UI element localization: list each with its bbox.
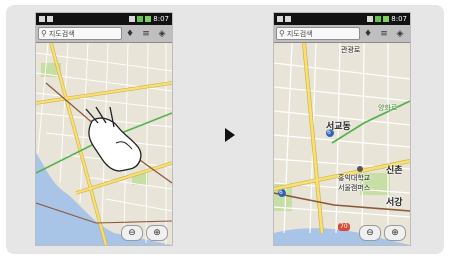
- notification-icon: [285, 16, 291, 22]
- zoom-in-icon[interactable]: ⊕: [384, 225, 406, 241]
- search-input[interactable]: ⚲ 지도검색: [276, 27, 360, 40]
- bluetooth-icon: [367, 16, 374, 22]
- map-label-top: 관광로: [341, 46, 361, 54]
- my-location-icon[interactable]: ◈: [392, 26, 408, 42]
- map-label-route: 양화로: [378, 104, 398, 112]
- layers-icon[interactable]: ≡: [138, 26, 154, 42]
- map-label-university-2: 서울캠퍼스: [338, 184, 371, 192]
- status-bar: 8:07: [274, 13, 410, 25]
- notification-icon: [47, 16, 53, 22]
- signal-icon: [137, 16, 144, 22]
- search-icon: ⚲: [41, 29, 47, 38]
- tutorial-panel: 8:07 ⚲ 지도검색 ♦ ≡ ◈ ⊖ ⊕ 8:07 ⚲ 지도검색 ♦ ≡ ◈ …: [6, 5, 444, 254]
- status-bar: 8:07: [36, 13, 172, 25]
- map-view[interactable]: [36, 43, 172, 245]
- clock: 8:07: [153, 15, 169, 23]
- zoom-out-icon[interactable]: ⊖: [359, 225, 381, 241]
- search-icon: ⚲: [279, 29, 285, 38]
- route-badge-bottom: 70: [340, 223, 348, 230]
- map-label-right: 신촌: [386, 166, 403, 176]
- layers-icon[interactable]: ≡: [376, 26, 392, 42]
- route-badge-left: 6: [279, 189, 283, 196]
- signal-icon: [375, 16, 382, 22]
- place-pin-icon[interactable]: ♦: [122, 26, 138, 42]
- zoom-in-icon[interactable]: ⊕: [146, 225, 168, 241]
- battery-icon: [145, 16, 152, 22]
- notification-icon: [39, 16, 45, 22]
- search-placeholder: 지도검색: [286, 29, 313, 38]
- zoom-controls: ⊖ ⊕: [359, 225, 406, 241]
- place-pin-icon[interactable]: ♦: [360, 26, 376, 42]
- map-label-university-1: 홍익대학교: [338, 174, 371, 182]
- next-arrow-icon: [225, 128, 235, 142]
- map-view[interactable]: [274, 43, 410, 245]
- phone-screen-before: 8:07 ⚲ 지도검색 ♦ ≡ ◈ ⊖ ⊕: [36, 13, 172, 245]
- search-placeholder: 지도검색: [48, 29, 75, 38]
- zoom-out-icon[interactable]: ⊖: [121, 225, 143, 241]
- phone-screen-after: 8:07 ⚲ 지도검색 ♦ ≡ ◈ 관광로 서교동 양화로 홍익대학교 서울캠퍼…: [274, 13, 410, 245]
- clock: 8:07: [391, 15, 407, 23]
- route-badge-mid: 6: [327, 129, 331, 136]
- map-toolbar: ⚲ 지도검색 ♦ ≡ ◈: [274, 25, 410, 43]
- map-toolbar: ⚲ 지도검색 ♦ ≡ ◈: [36, 25, 172, 43]
- my-location-icon[interactable]: ◈: [154, 26, 170, 42]
- bluetooth-icon: [129, 16, 136, 22]
- search-input[interactable]: ⚲ 지도검색: [38, 27, 122, 40]
- map-label-right-bottom: 서강: [386, 198, 403, 208]
- battery-icon: [383, 16, 390, 22]
- notification-icon: [277, 16, 283, 22]
- zoom-controls: ⊖ ⊕: [121, 225, 168, 241]
